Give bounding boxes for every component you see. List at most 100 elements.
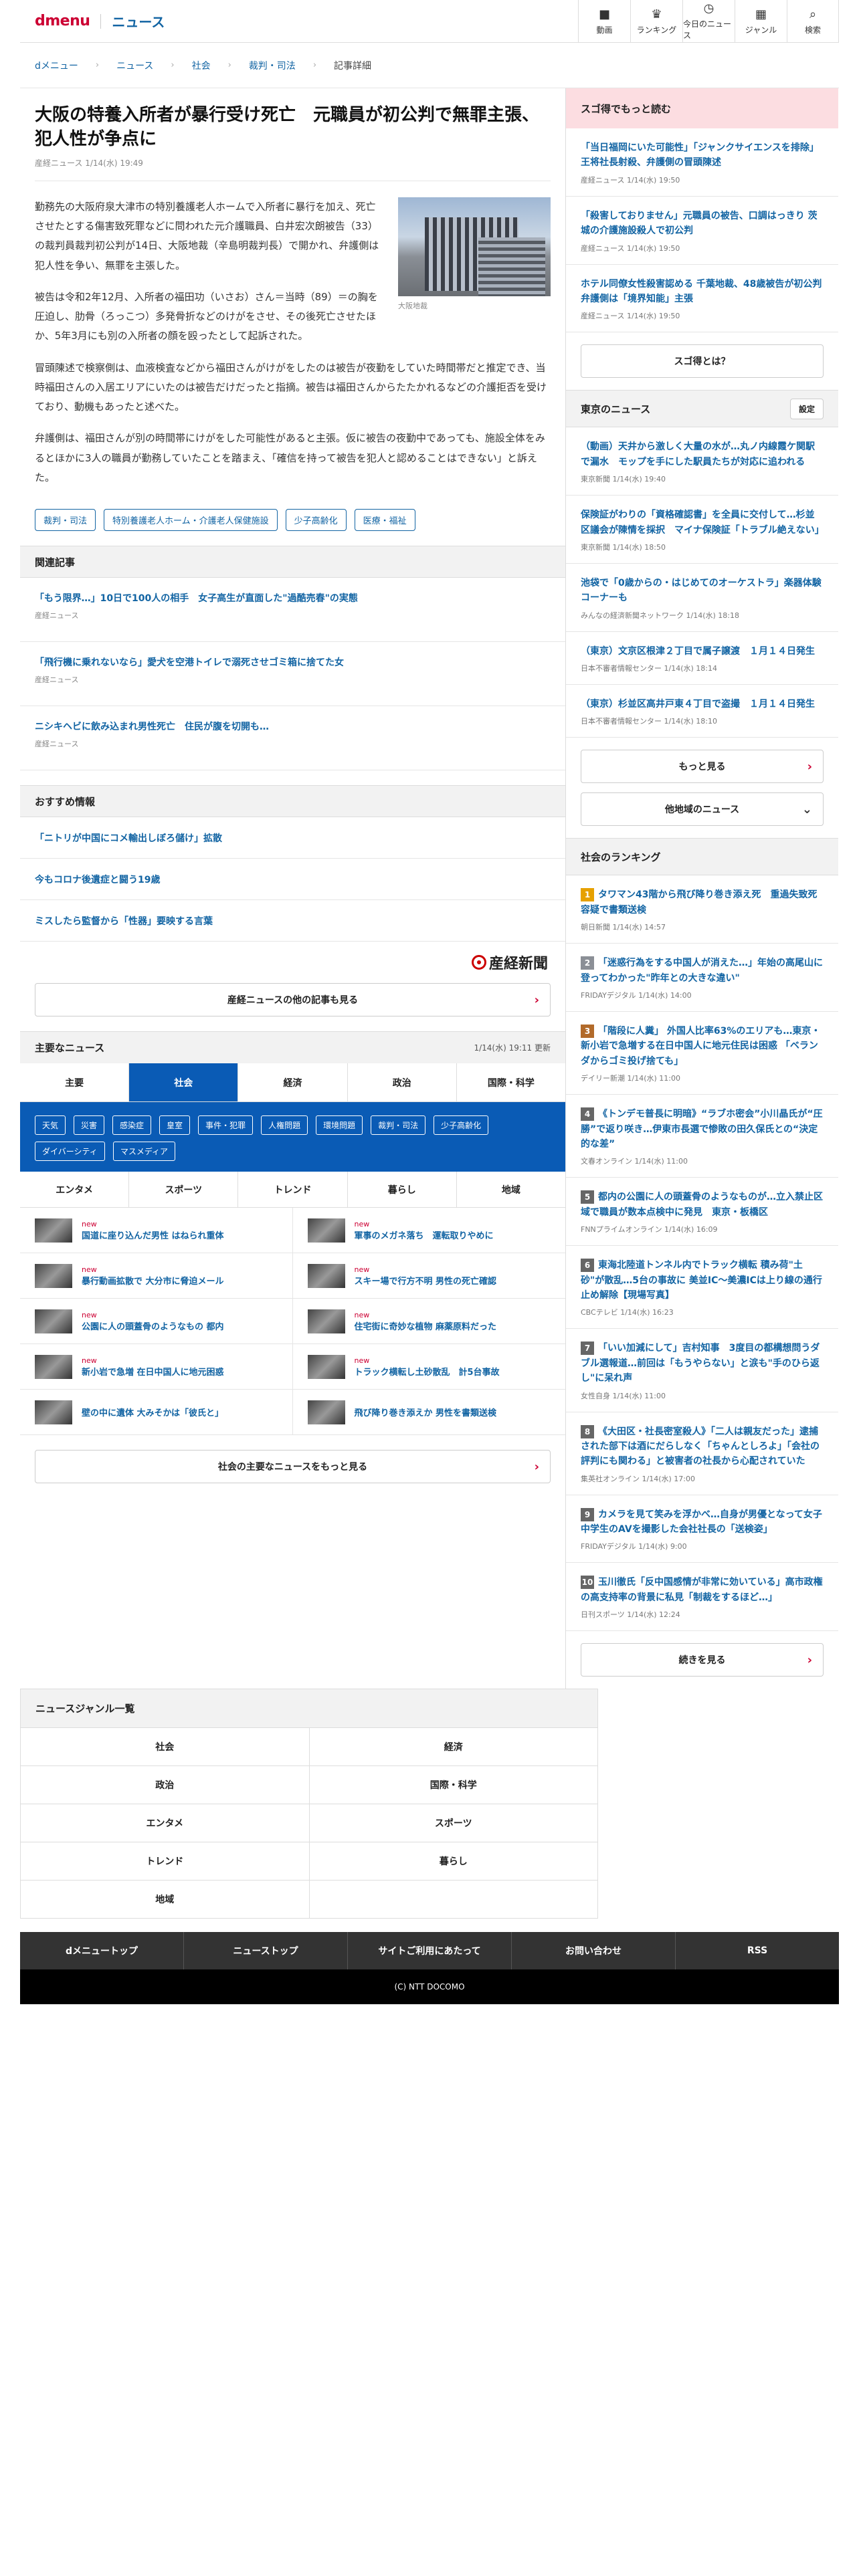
ranking-item[interactable]: 5 都内の公園に人の頭蓋骨のようなものが…立入禁止区域で職員が数本点検中に発見 東…	[566, 1178, 838, 1247]
news-list-item[interactable]: new 国道に座り込んだ男性 はねられ重体	[20, 1208, 293, 1254]
related-item[interactable]: 「もう限界…」10日で100人の相手 女子高生が直面した"過酷売春"の実態 産経ニ…	[20, 578, 565, 643]
tab-secondary-2[interactable]: トレンド	[238, 1172, 348, 1208]
related-item[interactable]: 「飛行機に乗れないなら」愛犬を空港トイレで溺死させゴミ箱に捨てた女 産経ニュース	[20, 642, 565, 707]
ranking-item[interactable]: 7 「いい加減にして」吉村知事 3度目の都構想問うダブル選報道…前回は「もうやらな…	[566, 1329, 838, 1412]
news-title[interactable]: new 新小岩で急増 在日中国人に地元困惑	[82, 1356, 224, 1378]
ranking-item[interactable]: 3 「階段に人糞」 外国人比率63%のエリアも…東京・新小岩で急増する在日中国人に…	[566, 1012, 838, 1095]
news-thumbnail[interactable]	[307, 1218, 345, 1243]
news-list-item[interactable]: new 新小岩で急増 在日中国人に地元困惑	[20, 1344, 293, 1390]
footer-link[interactable]: サイトご利用にあたって	[348, 1932, 512, 1970]
sugotoku-about-button[interactable]: スゴ得とは？	[581, 344, 824, 379]
related-title[interactable]: 「飛行機に乗れないなら」愛犬を空港トイレで溺死させゴミ箱に捨てた女	[35, 655, 551, 669]
ranking-title[interactable]: 1 タワマン43階から飛び降り巻き添え死 重過失致死容疑で書類送検	[581, 887, 824, 918]
tab-3[interactable]: 政治	[348, 1063, 457, 1102]
tokyo-title[interactable]: 保険証がわりの「資格確認書」を全員に交付して…杉並区議会が陳情を採択 マイナ保険…	[581, 508, 824, 538]
gnav-item-1[interactable]: ♛ ランキング	[630, 0, 682, 43]
news-brand[interactable]: ニュース	[112, 11, 165, 31]
ranking-title[interactable]: 6 東海北陸道トンネル内でトラック横転 積み荷"土砂"が散乱…5台の事故に 美並I…	[581, 1258, 824, 1303]
news-list-item[interactable]: new 暴行動画拡散で 大分市に脅迫メール	[20, 1253, 293, 1299]
tokyo-title[interactable]: （東京）文京区根津２丁目で属子譲渡 １月１４日発生	[581, 644, 824, 659]
ranking-title[interactable]: 5 都内の公園に人の頭蓋骨のようなものが…立入禁止区域で職員が数本点検中に発見 東…	[581, 1190, 824, 1220]
genre-link[interactable]: エンタメ	[21, 1804, 310, 1843]
ranking-more-button[interactable]: 続きを見る ›	[581, 1643, 824, 1677]
news-title[interactable]: new トラック横転し土砂散乱 計5台事故	[355, 1356, 500, 1378]
tokyo-item[interactable]: 保険証がわりの「資格確認書」を全員に交付して…杉並区議会が陳情を採択 マイナ保険…	[566, 496, 838, 564]
news-thumbnail[interactable]	[307, 1309, 345, 1333]
ranking-title[interactable]: 10 玉川徹氏「反中国感情が非常に効いている」高市政権の高支持率の背景に私見「制裁…	[581, 1575, 824, 1605]
news-list-item[interactable]: new トラック横転し土砂散乱 計5台事故	[292, 1344, 565, 1390]
breadcrumb-item[interactable]: 裁判・司法	[249, 59, 296, 72]
gnav-item-0[interactable]: ■ 動画	[578, 0, 630, 43]
subtag[interactable]: 皇室	[159, 1115, 191, 1136]
ranking-item[interactable]: 1 タワマン43階から飛び降り巻き添え死 重過失致死容疑で書類送検 朝日新聞 1/1…	[566, 875, 838, 944]
article-tag[interactable]: 少子高齢化	[285, 509, 347, 532]
ranking-title[interactable]: 4 《トンデモ普長に明暗》“ラブホ密会”小川晶氏が“圧勝”で返り咲き…伊東市長選で…	[581, 1107, 824, 1152]
news-title[interactable]: new 暴行動画拡散で 大分市に脅迫メール	[82, 1265, 224, 1287]
ranking-title[interactable]: 8 《大田区・社長密室殺人》「二人は親友だった」逮捕された部下は酒にだらしなく「ち…	[581, 1424, 824, 1469]
other-region-button[interactable]: 他地域のニュース ⌄	[581, 792, 824, 827]
sugoroku-item[interactable]: 「殺害しておりません」元職員の被告、口調はっきり 茨城の介護施設殺人で初公判 産経…	[566, 197, 838, 265]
ranking-title[interactable]: 3 「階段に人糞」 外国人比率63%のエリアも…東京・新小岩で急増する在日中国人に…	[581, 1024, 824, 1069]
ranking-item[interactable]: 2 「迷惑行為をする中国人が消えた…」年始の高尾山に登ってわかった"昨年との大きな…	[566, 944, 838, 1012]
article-tag[interactable]: 裁判・司法	[35, 509, 96, 532]
subtag[interactable]: 災害	[74, 1115, 105, 1136]
tokyo-item[interactable]: （東京）杉並区高井戸東４丁目で盗撮 １月１４日発生 日本不審者情報センター 1/1…	[566, 685, 838, 738]
tab-0[interactable]: 主要	[20, 1063, 130, 1102]
gnav-item-3[interactable]: ▦ ジャンル	[735, 0, 787, 43]
news-list-item[interactable]: 壁の中に遺体 大みそかは「彼氏と」	[20, 1390, 293, 1436]
article-photo[interactable]: 大阪地裁	[398, 197, 551, 313]
breadcrumb-item[interactable]: dメニュー	[35, 59, 78, 72]
subtag[interactable]: 人権問題	[261, 1115, 308, 1136]
news-list-item[interactable]: new 公園に人の頭蓋骨のようなもの 都内	[20, 1299, 293, 1345]
subtag[interactable]: 環境問題	[316, 1115, 363, 1136]
tokyo-item[interactable]: （東京）文京区根津２丁目で属子譲渡 １月１４日発生 日本不審者情報センター 1/1…	[566, 632, 838, 685]
genre-link[interactable]: 政治	[21, 1766, 310, 1805]
ranking-title[interactable]: 9 カメラを見て笑みを浮かべ…自身が男優となって女子中学生のAVを撮影した会社社長…	[581, 1507, 824, 1537]
sugoroku-item[interactable]: ホテル同僚女性殺害認める 千葉地裁、48歳被告が初公判 弁護側は「境界知能」主張…	[566, 265, 838, 333]
tab-secondary-1[interactable]: スポーツ	[129, 1172, 239, 1208]
subtag[interactable]: ダイバーシティ	[35, 1142, 105, 1162]
tokyo-title[interactable]: （動画）天井から激しく大量の水が…丸ノ内線霞ケ関駅で漏水 モップを手にした駅員た…	[581, 439, 824, 469]
ranking-title[interactable]: 2 「迷惑行為をする中国人が消えた…」年始の高尾山に登ってわかった"昨年との大きな…	[581, 956, 824, 986]
news-list-item[interactable]: new 住宅街に奇妙な植物 麻薬原料だった	[292, 1299, 565, 1345]
breadcrumb-item[interactable]: 社会	[192, 59, 211, 72]
major-more-button[interactable]: 社会の主要なニュースをもっと見る ›	[35, 1450, 551, 1484]
tokyo-settings-button[interactable]: 設定	[789, 398, 824, 419]
subtag[interactable]: マスメディア	[112, 1142, 175, 1162]
news-title[interactable]: new 住宅街に奇妙な植物 麻薬原料だった	[355, 1311, 497, 1332]
related-title[interactable]: 「もう限界…」10日で100人の相手 女子高生が直面した"過酷売春"の実態	[35, 591, 551, 605]
site-logo[interactable]: dmenu ニュース	[20, 11, 165, 31]
genre-link[interactable]: スポーツ	[309, 1804, 598, 1843]
ranking-item[interactable]: 8 《大田区・社長密室殺人》「二人は親友だった」逮捕された部下は酒にだらしなく「ち…	[566, 1412, 838, 1495]
sugoroku-title[interactable]: ホテル同僚女性殺害認める 千葉地裁、48歳被告が初公判 弁護側は「境界知能」主張	[581, 277, 824, 307]
dmenu-logo[interactable]: dmenu	[35, 13, 90, 29]
article-tag[interactable]: 特別養護老人ホーム・介護老人保健施設	[104, 509, 278, 532]
news-list-item[interactable]: new 軍事のメガネ落ち 運転取りやめに	[292, 1208, 565, 1254]
footer-link[interactable]: お問い合わせ	[512, 1932, 676, 1970]
news-list-item[interactable]: new スキー場で行方不明 男性の死亡確認	[292, 1253, 565, 1299]
news-thumbnail[interactable]	[35, 1400, 72, 1424]
news-title[interactable]: 壁の中に遺体 大みそかは「彼氏と」	[82, 1406, 223, 1418]
news-title[interactable]: new スキー場で行方不明 男性の死亡確認	[355, 1265, 497, 1287]
subtag[interactable]: 天気	[35, 1115, 66, 1136]
news-list-item[interactable]: 飛び降り巻き添えか 男性を書類送検	[292, 1390, 565, 1436]
news-title[interactable]: new 軍事のメガネ落ち 運転取りやめに	[355, 1220, 494, 1241]
footer-link[interactable]: dメニュートップ	[20, 1932, 184, 1970]
genre-link[interactable]: 国際・科学	[309, 1766, 598, 1805]
genre-link[interactable]: 社会	[21, 1728, 310, 1767]
news-thumbnail[interactable]	[307, 1354, 345, 1379]
tab-4[interactable]: 国際・科学	[457, 1063, 565, 1101]
subtag[interactable]: 事件・犯罪	[198, 1115, 254, 1136]
sugoroku-item[interactable]: 「当日福岡にいた可能性」「ジャンクサイエンスを排除」王将社長射殺、弁護側の冒頭陳…	[566, 128, 838, 197]
news-thumbnail[interactable]	[307, 1400, 345, 1424]
footer-link[interactable]: ニューストップ	[184, 1932, 348, 1970]
tokyo-more-button[interactable]: もっと見る ›	[581, 750, 824, 784]
courthouse-photo[interactable]	[398, 197, 551, 296]
gnav-item-4[interactable]: ⌕ 検索	[787, 0, 839, 43]
sugoroku-title[interactable]: 「殺害しておりません」元職員の被告、口調はっきり 茨城の介護施設殺人で初公判	[581, 209, 824, 239]
related-item[interactable]: ニシキヘビに飲み込まれ男性死亡 住民が腹を切開も… 産経ニュース	[20, 706, 565, 771]
sugoroku-title[interactable]: 「当日福岡にいた可能性」「ジャンクサイエンスを排除」王将社長射殺、弁護側の冒頭陳…	[581, 140, 824, 171]
tab-secondary-3[interactable]: 暮らし	[348, 1172, 457, 1208]
breadcrumb-item[interactable]: ニュース	[116, 59, 153, 72]
subtag[interactable]: 少子高齢化	[434, 1115, 489, 1136]
